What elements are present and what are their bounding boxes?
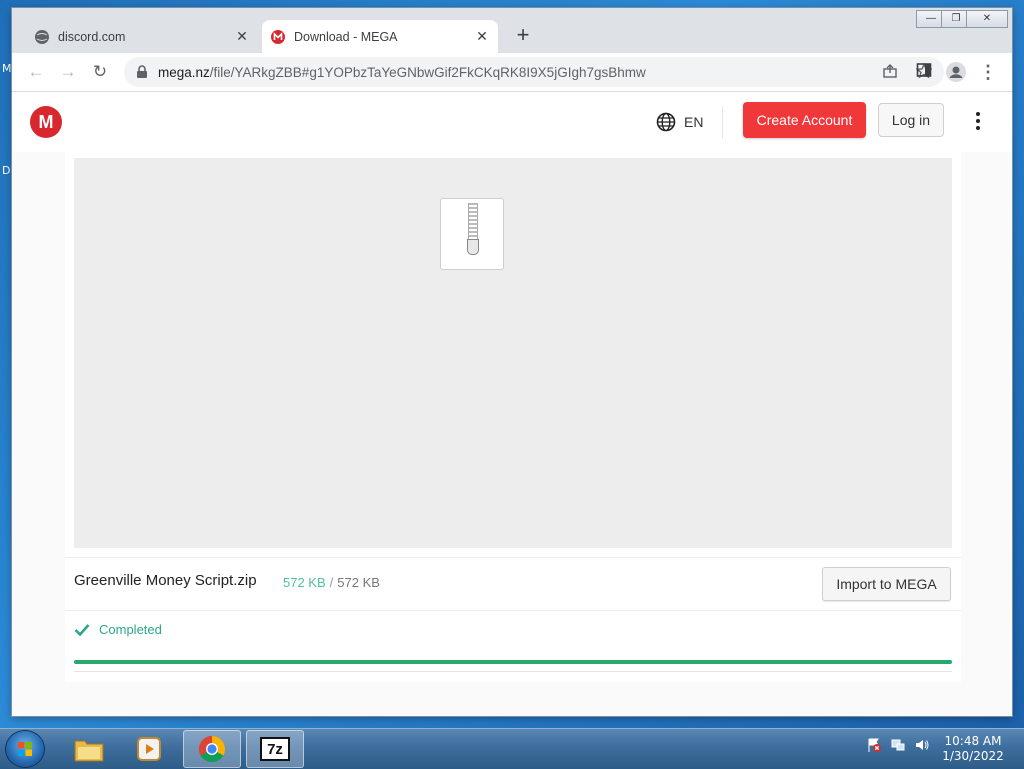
download-status: Completed — [74, 622, 162, 637]
browser-toolbar: ← → ↻ mega.nz/file/YARkgZBB#g1YOPbzTaYeG… — [12, 53, 1012, 92]
windows-flag-icon — [18, 742, 32, 756]
more-menu-icon[interactable] — [970, 110, 986, 134]
create-account-button[interactable]: Create Account — [743, 102, 866, 138]
seven-zip-icon: 7z — [260, 737, 290, 761]
globe-icon — [35, 29, 49, 44]
status-label: Completed — [99, 622, 162, 637]
taskbar-media-player[interactable] — [120, 730, 178, 768]
forward-icon[interactable]: → — [58, 62, 78, 82]
downloaded-size: 572 KB — [283, 575, 326, 590]
file-info-bar: Greenville Money Script.zip 572 KB/572 K… — [65, 557, 961, 611]
language-selector[interactable]: EN — [656, 112, 703, 132]
system-tray — [866, 737, 930, 753]
browser-window: discord.com ✕ Download - MEGA ✕ + — ❐ ✕ … — [12, 8, 1012, 716]
profile-avatar-icon[interactable] — [946, 62, 966, 82]
action-center-flag-icon[interactable] — [866, 737, 882, 753]
import-to-mega-button[interactable]: Import to MEGA — [822, 567, 951, 601]
mega-page: M EN Create Account Log in Greenville Mo… — [12, 92, 1012, 716]
side-panel-icon[interactable] — [914, 62, 934, 82]
lock-icon — [137, 65, 147, 78]
share-icon[interactable] — [882, 63, 898, 79]
tab-title: discord.com — [58, 29, 126, 44]
clock-date: 1/30/2022 — [942, 749, 1004, 763]
volume-icon[interactable] — [914, 737, 930, 753]
network-icon[interactable] — [890, 737, 906, 753]
media-player-icon — [137, 737, 161, 761]
file-size: 572 KB/572 KB — [283, 575, 380, 590]
taskbar: 7z 10:48 AM 1/30/2022 — [0, 728, 1024, 769]
mega-favicon-icon — [271, 29, 285, 44]
checkmark-icon — [74, 623, 90, 636]
file-preview-area — [74, 158, 952, 548]
desktop-icon-label-fragment: M — [2, 62, 12, 75]
tab-close-icon[interactable]: ✕ — [232, 28, 252, 45]
desktop-icon-label-fragment: D — [2, 164, 11, 177]
total-size: 572 KB — [337, 575, 380, 590]
taskbar-chrome[interactable] — [183, 730, 241, 768]
system-clock[interactable]: 10:48 AM 1/30/2022 — [938, 734, 1008, 764]
tab-title: Download - MEGA — [294, 29, 398, 44]
url-host: mega.nz — [158, 64, 210, 80]
folder-icon — [74, 740, 104, 762]
clock-time: 10:48 AM — [944, 734, 1002, 748]
url-path: /file/YARkgZBB#g1YOPbzTaYeGNbwGif2FkCKqR… — [209, 64, 646, 80]
globe-icon — [656, 112, 676, 132]
back-icon[interactable]: ← — [26, 62, 46, 82]
taskbar-7zip[interactable]: 7z — [246, 730, 304, 768]
mega-logo[interactable]: M — [30, 106, 62, 138]
language-label: EN — [684, 114, 704, 130]
close-window-button[interactable]: ✕ — [966, 10, 1008, 28]
address-bar[interactable]: mega.nz/file/YARkgZBB#g1YOPbzTaYeGNbwGif… — [124, 57, 944, 87]
tab-discord[interactable]: discord.com ✕ — [26, 20, 258, 53]
login-button[interactable]: Log in — [878, 103, 944, 137]
new-tab-button[interactable]: + — [512, 24, 534, 46]
tab-close-icon[interactable]: ✕ — [472, 28, 492, 45]
file-name: Greenville Money Script.zip — [74, 572, 257, 589]
tab-mega-download[interactable]: Download - MEGA ✕ — [262, 20, 498, 53]
taskbar-file-explorer[interactable] — [60, 730, 118, 768]
mega-header: M EN Create Account Log in — [12, 92, 1012, 152]
tab-strip: discord.com ✕ Download - MEGA ✕ + — ❐ ✕ — [12, 8, 1012, 53]
card-divider — [74, 671, 952, 672]
zip-file-icon — [440, 198, 504, 270]
reload-icon[interactable]: ↻ — [90, 62, 110, 82]
browser-menu-icon[interactable]: ⋮ — [978, 62, 998, 82]
chrome-icon — [198, 735, 226, 763]
progress-bar-fill — [74, 660, 952, 664]
size-separator: / — [329, 575, 334, 590]
header-divider — [722, 106, 723, 138]
progress-bar — [74, 660, 952, 664]
download-card: Greenville Money Script.zip 572 KB/572 K… — [65, 152, 961, 682]
start-button[interactable] — [6, 731, 44, 767]
